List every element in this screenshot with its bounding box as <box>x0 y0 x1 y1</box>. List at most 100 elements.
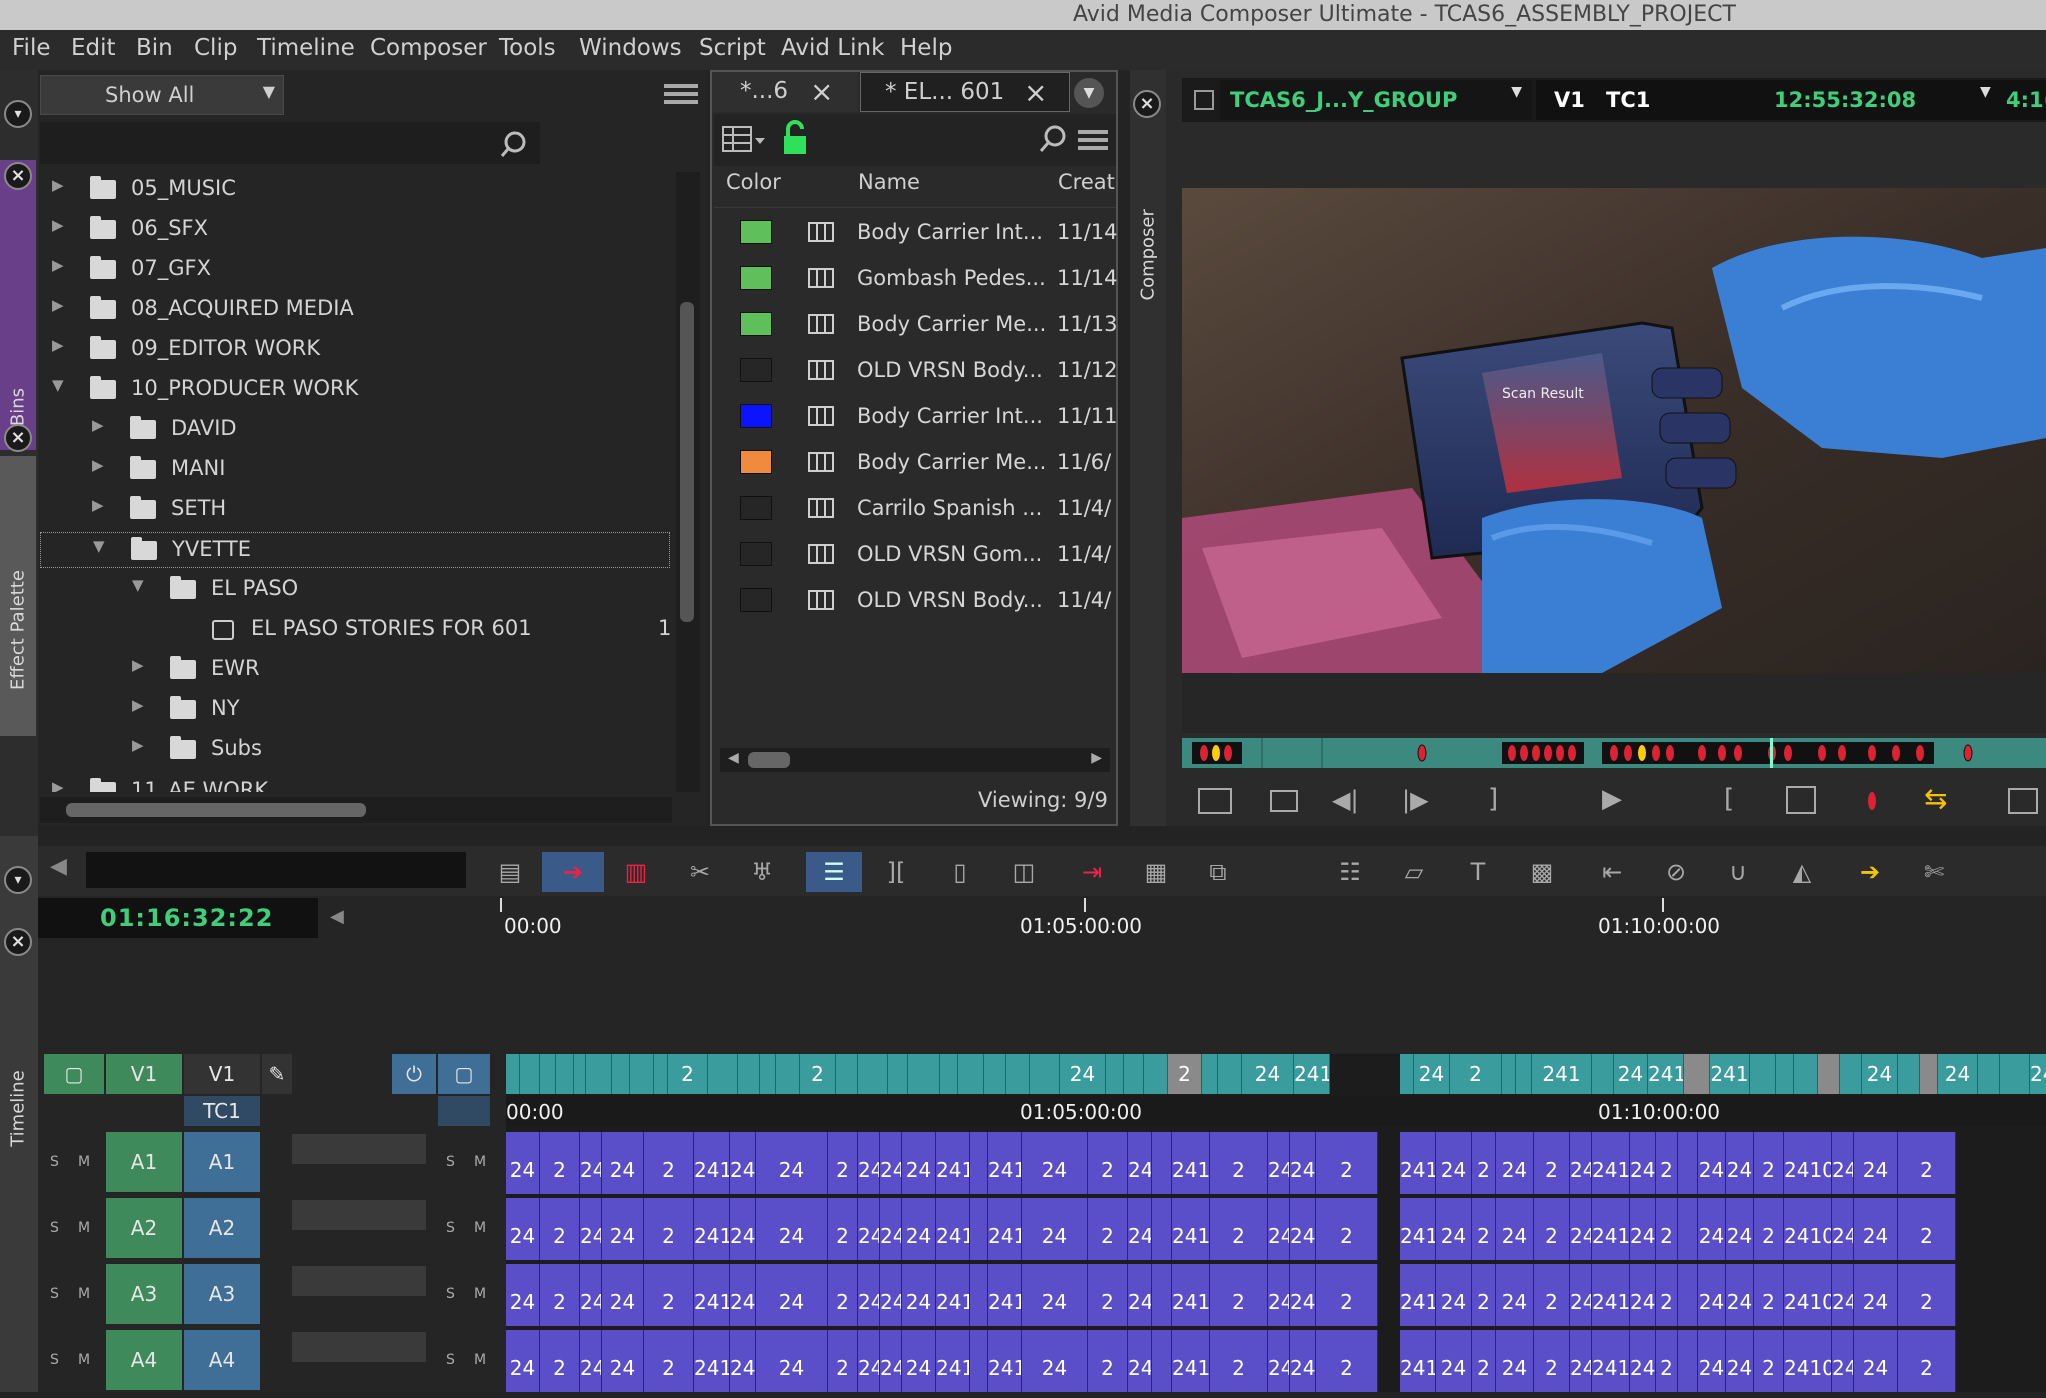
audio-clip[interactable]: 24 <box>1436 1330 1472 1392</box>
audio-clip[interactable]: 24 <box>1726 1132 1754 1194</box>
audio-clip[interactable]: 2 <box>540 1132 580 1194</box>
track-lock-icon[interactable]: ▢ <box>44 1054 104 1094</box>
bins-menu-icon[interactable] <box>664 80 698 106</box>
track-mode-icon[interactable]: ☰ <box>806 852 862 892</box>
expand-icon[interactable]: ▶ <box>52 778 64 792</box>
mute-button[interactable]: M <box>78 1352 90 1368</box>
audio-clip[interactable]: 24 <box>1698 1132 1726 1194</box>
audio-clip[interactable]: 241028 <box>936 1264 970 1326</box>
video-clip[interactable] <box>630 1054 654 1094</box>
audio-clip[interactable]: 241 <box>1268 1132 1290 1194</box>
audio-clip[interactable]: 241 <box>1570 1198 1592 1260</box>
match-frame-icon[interactable]: ▦ <box>1136 852 1176 892</box>
bin-tab-2[interactable]: * EL... 601 × <box>860 72 1070 112</box>
bin-filter-select[interactable]: Show All ▼ <box>40 75 284 115</box>
audio-clip[interactable]: 24 <box>756 1264 828 1326</box>
mark-in-icon[interactable]: [ <box>1724 784 1734 814</box>
audio-clip[interactable]: 2410: <box>1172 1132 1210 1194</box>
audio-clip[interactable]: 24 <box>506 1198 540 1260</box>
solo-button[interactable]: S <box>50 1154 59 1170</box>
audio-clip[interactable] <box>1678 1330 1698 1392</box>
audio-clip[interactable]: 24 <box>1698 1198 1726 1260</box>
video-clip[interactable]: 241 <box>1532 1054 1592 1094</box>
audio-clip[interactable]: 24 <box>756 1198 828 1260</box>
expand-icon[interactable]: ▶ <box>132 736 144 754</box>
audio-clip[interactable] <box>1152 1132 1172 1194</box>
scrollbar-thumb[interactable] <box>748 752 790 768</box>
title-tool-icon[interactable]: T <box>1458 852 1498 892</box>
audio-clip[interactable]: 24 <box>1128 1264 1152 1326</box>
collapse-icon[interactable]: ▼ <box>52 376 64 394</box>
video-clip[interactable] <box>1144 1054 1168 1094</box>
audio-clip[interactable]: 24 <box>756 1330 828 1392</box>
audio-clip[interactable]: 24 <box>1436 1132 1472 1194</box>
audio-clip[interactable] <box>1152 1330 1172 1392</box>
audio-clip[interactable]: 241 <box>988 1330 1022 1392</box>
audio-clip[interactable]: 24 <box>1726 1264 1754 1326</box>
audio-clip[interactable]: 24 <box>1726 1330 1754 1392</box>
audio-clip[interactable]: 2 <box>540 1264 580 1326</box>
splice-cut-icon[interactable]: ✄ <box>1914 852 1954 892</box>
video-clip[interactable] <box>612 1054 630 1094</box>
audio-clip[interactable]: 24 <box>1022 1198 1088 1260</box>
tree-item-ny[interactable]: ▶ NY <box>40 692 670 728</box>
menu-bin[interactable]: Bin <box>136 35 173 61</box>
audio-clip[interactable]: 2 <box>540 1330 580 1392</box>
audio-clip[interactable]: 24 <box>730 1330 756 1392</box>
audio-clip[interactable]: 2 <box>1534 1132 1570 1194</box>
collapse-icon[interactable]: ▼ <box>132 576 144 594</box>
audio-clip[interactable] <box>1378 1264 1400 1326</box>
video-clip[interactable] <box>1978 1054 2000 1094</box>
video-clip[interactable] <box>1840 1054 1862 1094</box>
audio-clip[interactable]: 24 <box>1496 1198 1534 1260</box>
audio-clip[interactable]: 24 <box>1496 1330 1534 1392</box>
audio-clip[interactable]: 24102 <box>1784 1264 1832 1326</box>
audio-clip[interactable]: 2 <box>1898 1330 1956 1392</box>
expand-icon[interactable]: ▶ <box>52 256 64 274</box>
position-bar[interactable] <box>1182 738 2046 768</box>
video-clip[interactable] <box>1592 1054 1614 1094</box>
close-composer-icon[interactable]: × <box>1133 90 1161 118</box>
tree-item-10-producer-work[interactable]: ▼ 10_PRODUCER WORK <box>40 372 670 408</box>
disable-icon[interactable]: ⊘ <box>1656 852 1696 892</box>
audio-clip[interactable]: 2 <box>1534 1198 1570 1260</box>
audio-clip[interactable]: 2 <box>1656 1330 1678 1392</box>
audio-clip[interactable]: 2 <box>1472 1264 1496 1326</box>
bin-search-input[interactable] <box>40 122 540 164</box>
audio-clip[interactable]: 2 <box>644 1198 694 1260</box>
add-marker-icon[interactable] <box>1868 792 1876 810</box>
record-track-tc1[interactable]: TC1 <box>184 1096 260 1126</box>
tab-composer[interactable]: × Composer <box>1130 70 1166 826</box>
mark-clip-icon[interactable] <box>1786 786 1816 814</box>
tree-item-07-gfx[interactable]: ▶ 07_GFX <box>40 252 670 288</box>
edit-icon[interactable]: ✎ <box>262 1054 292 1094</box>
collapse-icon[interactable]: ▾ <box>4 100 32 128</box>
audio-clip[interactable] <box>1678 1132 1698 1194</box>
menu-windows[interactable]: Windows <box>579 35 682 61</box>
video-clip[interactable]: 241 <box>1710 1054 1750 1094</box>
audio-clip[interactable]: 2 <box>1656 1198 1678 1260</box>
column-header-color[interactable]: Color <box>726 170 781 204</box>
video-clip[interactable] <box>858 1054 888 1094</box>
audio-controls[interactable] <box>292 1134 426 1164</box>
audio-clip[interactable]: 24102 <box>1784 1330 1832 1392</box>
extract-icon[interactable]: ⇥ <box>1072 852 1112 892</box>
bin-clip-row[interactable]: OLD VRSN Body... 11/4/ <box>712 578 1116 622</box>
bins-vertical-scrollbar[interactable] <box>676 172 700 792</box>
audio-clip[interactable]: 241 <box>880 1264 902 1326</box>
audio-clip[interactable]: 2 <box>644 1264 694 1326</box>
scrollbar-thumb[interactable] <box>680 302 694 622</box>
video-clip[interactable] <box>984 1054 1006 1094</box>
audio-clip[interactable]: 24102 <box>694 1132 730 1194</box>
audio-clip[interactable]: 24 <box>1436 1198 1472 1260</box>
audio-clip[interactable]: 24102 <box>1784 1132 1832 1194</box>
audio-clip[interactable]: 241 <box>1570 1132 1592 1194</box>
audio-clip[interactable]: 24 <box>730 1264 756 1326</box>
collapse-icon[interactable]: ▾ <box>4 866 32 894</box>
tree-item-11-ae-work[interactable]: ▶ 11_AE WORK <box>40 774 670 792</box>
bin-clip-row[interactable]: OLD VRSN Gom... 11/4/ <box>712 532 1116 576</box>
grid-icon[interactable] <box>1194 90 1214 110</box>
audio-clip[interactable]: 24 <box>1832 1132 1854 1194</box>
column-header-created[interactable]: Creat <box>1058 170 1115 204</box>
tree-item-mani[interactable]: ▶ MANI <box>40 452 670 488</box>
